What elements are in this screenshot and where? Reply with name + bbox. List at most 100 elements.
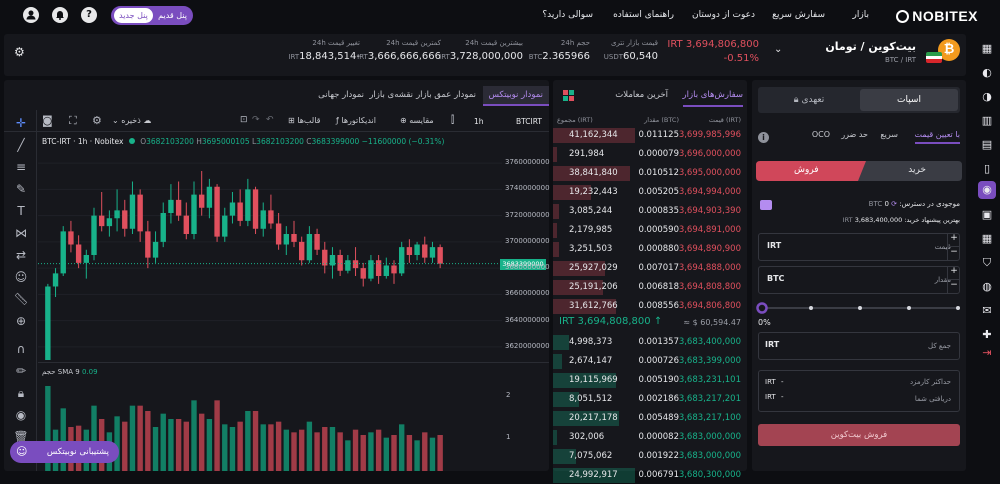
ask-row[interactable]: 3,694,994,000 0.005205 19,232,443 — [553, 184, 747, 201]
candle-body[interactable] — [175, 199, 182, 216]
ask-row[interactable]: 3,694,891,000 0.000590 2,179,985 — [553, 222, 747, 239]
candle-body[interactable] — [345, 260, 351, 271]
candle-body[interactable] — [168, 199, 174, 213]
info-icon[interactable]: i — [758, 132, 769, 143]
candle-body[interactable] — [114, 210, 120, 219]
candlestick-plot[interactable] — [38, 150, 502, 360]
trend-line-icon[interactable]: ╱ — [13, 138, 29, 152]
candle-body[interactable] — [268, 210, 274, 224]
candle-body[interactable] — [360, 268, 366, 279]
bid-row[interactable]: 3,683,217,201 0.002186 8,051,512 — [553, 391, 747, 408]
magnet-icon[interactable]: ∩ — [13, 342, 29, 356]
candle-body[interactable] — [191, 194, 197, 234]
price-input[interactable]: قیمت IRT — [758, 233, 960, 261]
undo-icon[interactable]: ↶ — [266, 115, 274, 125]
logout-icon[interactable]: ⇥ — [978, 344, 996, 362]
sell-bitcoin-button[interactable]: فروش بیت‌کوین — [758, 424, 960, 446]
tab-heatmap[interactable]: نقشه‌ی بازار — [369, 90, 413, 100]
nav-invite-friends[interactable]: دعوت از دوستان — [692, 10, 755, 20]
slider-handle[interactable] — [756, 302, 768, 314]
indicators-button[interactable]: ƒ اندیکاتورها — [336, 116, 376, 125]
settings-gear-icon[interactable]: ⚙ — [14, 45, 25, 59]
market-icon[interactable]: ◉ — [978, 181, 996, 199]
candle-body[interactable] — [137, 194, 143, 232]
tab-depth-chart[interactable]: نمودار عمق بازار — [416, 90, 476, 100]
bid-row[interactable]: 3,683,000,000 0.001922 7,075,062 — [553, 448, 747, 465]
candle-body[interactable] — [52, 273, 59, 287]
price-decrement-button[interactable]: − — [947, 247, 960, 261]
candle-body[interactable] — [214, 186, 220, 237]
candle-body[interactable] — [383, 265, 389, 277]
nav-faq[interactable]: سوالی دارید؟ — [542, 10, 593, 20]
candle-body[interactable] — [45, 286, 51, 361]
candle-body[interactable] — [199, 194, 205, 208]
settings-icon[interactable]: ⚙ — [92, 114, 102, 127]
panel-switch[interactable]: پنل قدیم پنل جدید — [111, 6, 193, 25]
order-type-limit[interactable]: با تعیین قیمت — [914, 130, 960, 144]
refresh-icon[interactable]: ⟳ — [891, 200, 897, 208]
candle-body[interactable] — [437, 247, 443, 264]
candle-body[interactable] — [260, 210, 266, 229]
amount-slider[interactable] — [752, 300, 966, 316]
chart-icon[interactable]: ▥ — [978, 112, 996, 130]
document-icon[interactable]: ▯ — [978, 160, 996, 178]
candle-body[interactable] — [83, 255, 89, 263]
ask-row[interactable]: 3,694,890,900 0.000880 3,251,503 — [553, 241, 747, 258]
grid-icon[interactable]: ▦ — [978, 40, 996, 58]
wallet-deposit-icon[interactable] — [760, 200, 772, 210]
text-icon[interactable]: T — [13, 204, 29, 218]
eye-icon[interactable]: ◉ — [13, 408, 29, 422]
pair-title[interactable]: بیت‌کوین / تومان — [825, 40, 916, 53]
fullscreen-icon[interactable]: ⛶ — [69, 114, 77, 128]
candle-body[interactable] — [368, 260, 374, 279]
total-input[interactable]: جمع کل IRT — [758, 332, 960, 360]
clipboard-icon[interactable]: ▤ — [978, 136, 996, 154]
candle-body[interactable] — [414, 244, 420, 256]
lock-icon[interactable]: 🔒︎ — [13, 386, 29, 401]
candle-body[interactable] — [106, 218, 113, 227]
shield-icon[interactable]: ⛉ — [978, 254, 996, 272]
ruler-icon[interactable]: 📏︎ — [13, 292, 29, 306]
nav-guide[interactable]: راهنمای استفاده — [613, 10, 674, 20]
bid-row[interactable]: 3,683,400,000 0.001357 4,998,373 — [553, 334, 747, 351]
tab-market-orders[interactable]: سفارش‌های بازار — [682, 90, 743, 107]
candle-body[interactable] — [391, 265, 397, 274]
mid-price[interactable]: IRT 3,694,808,800 ↑ — [559, 316, 662, 327]
candle-body[interactable] — [229, 202, 236, 216]
amount-increment-button[interactable]: + — [947, 266, 960, 280]
candle-body[interactable] — [60, 231, 66, 274]
ask-row[interactable]: 3,694,888,000 0.007017 25,927,029 — [553, 260, 747, 277]
candle-body[interactable] — [252, 189, 259, 229]
ask-row[interactable]: 3,694,806,800 0.008556 31,612,766 — [553, 298, 747, 315]
templates-button[interactable]: ⊞ قالب‌ها — [288, 116, 320, 125]
amount-decrement-button[interactable]: − — [947, 280, 960, 294]
tab-nobitex-chart[interactable]: نمودار نوبیتکس — [489, 90, 543, 100]
calendar-icon[interactable]: ▦ — [978, 230, 996, 248]
candle-body[interactable] — [314, 234, 320, 250]
save-button[interactable]: ⌄ ذخیره ☁ — [112, 116, 151, 125]
forecast-icon[interactable]: ⇄ — [13, 248, 29, 262]
pair-dropdown-chevron-icon[interactable]: ⌄ — [774, 44, 782, 55]
candle-type-icon[interactable]: ⫿ — [451, 115, 454, 126]
candle-body[interactable] — [337, 255, 343, 271]
nav-quick-order[interactable]: سفارش سریع — [772, 10, 825, 20]
orderbook-layout-icon[interactable] — [563, 90, 574, 101]
notification-icon[interactable] — [52, 7, 68, 23]
candle-body[interactable] — [322, 249, 328, 266]
price-increment-button[interactable]: + — [947, 233, 960, 247]
tab-spot[interactable]: اسپات — [860, 89, 958, 111]
bid-row[interactable]: 3,683,217,100 0.005489 20,217,178 — [553, 410, 747, 427]
add-user-icon[interactable]: ✚ — [978, 326, 996, 344]
candle-body[interactable] — [352, 260, 359, 269]
candle-body[interactable] — [245, 189, 251, 221]
mail-icon[interactable]: ✉ — [978, 302, 996, 320]
candle-body[interactable] — [275, 223, 282, 245]
help-icon[interactable]: ? — [81, 7, 97, 23]
candle-body[interactable] — [145, 231, 151, 258]
bid-row[interactable]: 3,683,000,000 0.000082 302,006 — [553, 429, 747, 446]
ask-row[interactable]: 3,699,985,996 0.011125 41,162,344 — [553, 127, 747, 144]
fib-icon[interactable]: ≡ — [13, 160, 29, 174]
dark-mode-icon[interactable]: ◑ — [978, 88, 996, 106]
ask-row[interactable]: 3,696,000,000 0.000079 291,984 — [553, 146, 747, 163]
candle-body[interactable] — [68, 231, 74, 245]
